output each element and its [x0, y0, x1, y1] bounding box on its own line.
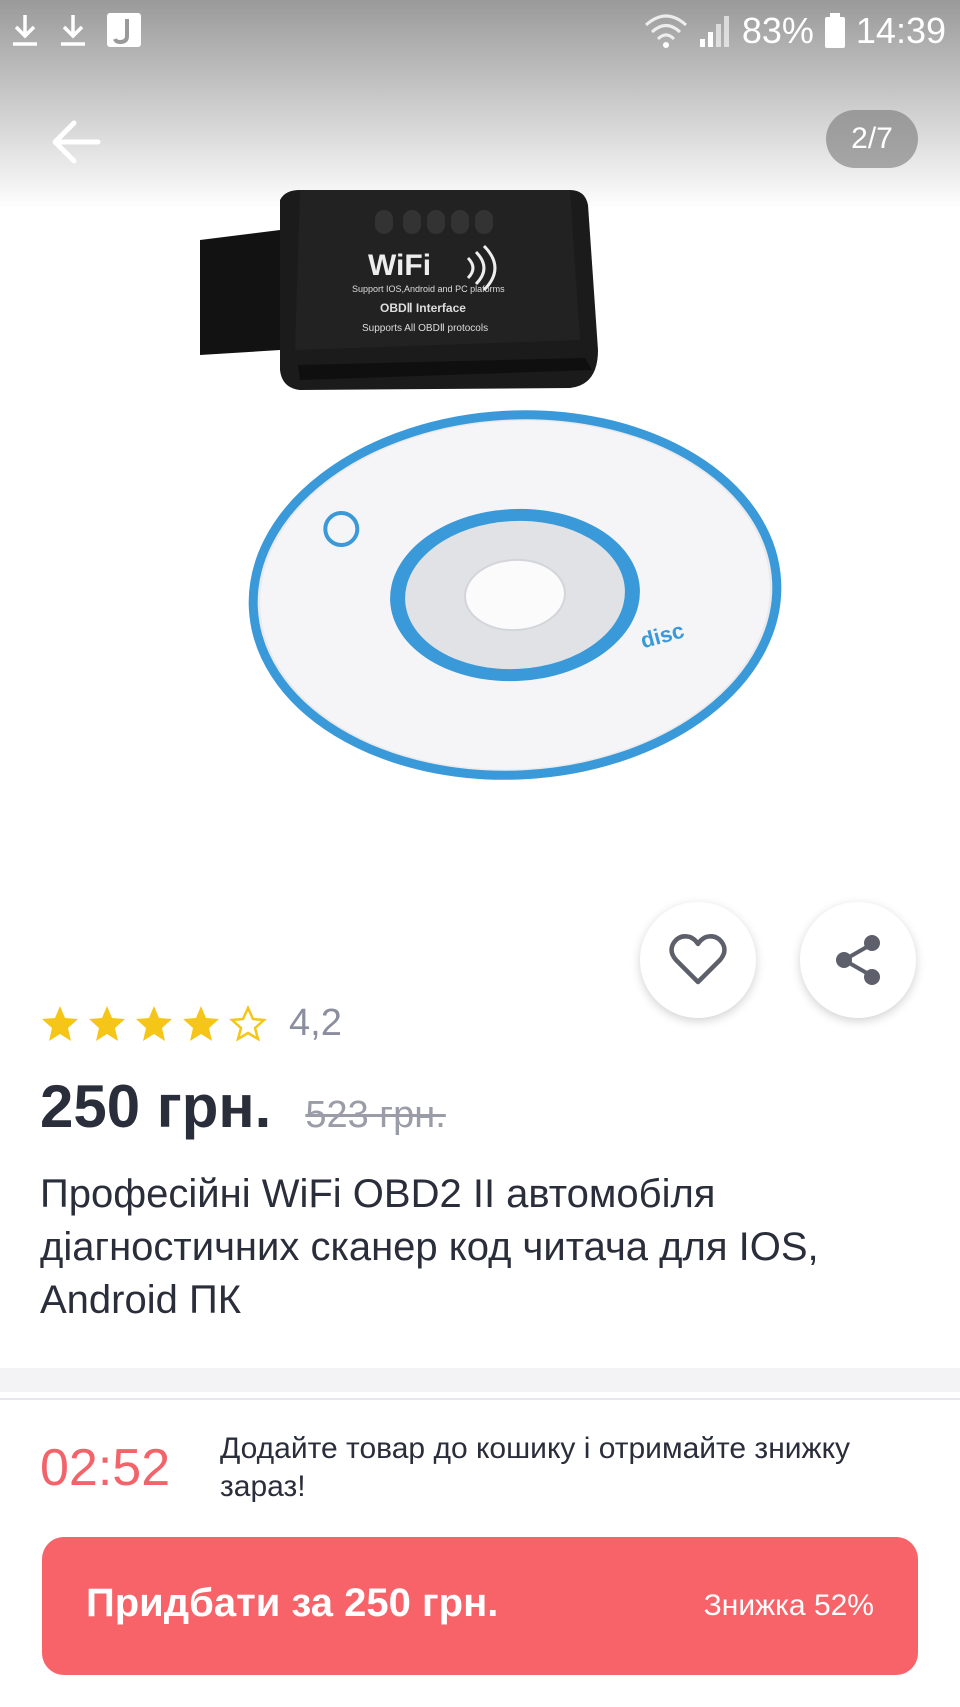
divider-line: [0, 1398, 960, 1400]
star-full-icon: [89, 1005, 125, 1041]
status-bar: 83% 14:39: [0, 0, 960, 64]
device-protocols-text: Supports All OBDⅡ protocols: [362, 323, 488, 334]
promo-timer: 02:52: [40, 1439, 171, 1497]
app-notification-icon: [107, 13, 141, 47]
star-empty-icon: [229, 1004, 267, 1042]
price-row: 250 грн. 523 грн.: [40, 1072, 446, 1141]
discount-label: Знижка 52%: [703, 1589, 874, 1622]
signal-icon: [699, 16, 729, 47]
star-full-icon: [136, 1005, 172, 1041]
star-full-icon: [42, 1005, 78, 1041]
section-divider: [0, 1368, 960, 1392]
device-support-text: Support IOS,Android and PC plaforms: [352, 284, 505, 294]
battery-icon: [824, 13, 845, 48]
wifi-icon: [644, 14, 687, 48]
current-price: 250 грн.: [40, 1073, 272, 1140]
clock: 14:39: [855, 10, 946, 51]
buy-button[interactable]: Придбати за 250 грн. Знижка 52%: [42, 1537, 918, 1675]
image-pager-counter: 2/7: [826, 110, 918, 168]
device-brand-text: WiFi: [368, 249, 431, 282]
device-interface-text: OBDⅡ Interface: [380, 301, 466, 315]
product-title: Професійні WiFi OBD2 II автомобіля діагн…: [40, 1172, 819, 1322]
favorite-button[interactable]: [640, 902, 756, 1018]
buy-button-label: Придбати за 250 грн.: [86, 1581, 499, 1625]
download-icon: [61, 15, 85, 46]
promo-message: Додайте товар до кошику і отримайте зниж…: [220, 1432, 851, 1503]
product-gallery[interactable]: WiFi Support IOS,Android and PC plaforms…: [0, 0, 960, 880]
product-rating: 4,2: [40, 1002, 342, 1045]
share-button[interactable]: [800, 902, 916, 1018]
old-price: 523 грн.: [305, 1094, 446, 1136]
star-full-icon: [183, 1005, 219, 1041]
share-icon: [836, 935, 880, 985]
back-button[interactable]: [46, 112, 106, 172]
download-icon: [13, 15, 37, 46]
battery-percentage: 83%: [741, 10, 814, 51]
arrow-back-icon: [52, 120, 101, 164]
rating-value: 4,2: [289, 1002, 342, 1044]
product-image: WiFi Support IOS,Android and PC plaforms…: [200, 190, 782, 780]
heart-icon: [669, 934, 727, 985]
